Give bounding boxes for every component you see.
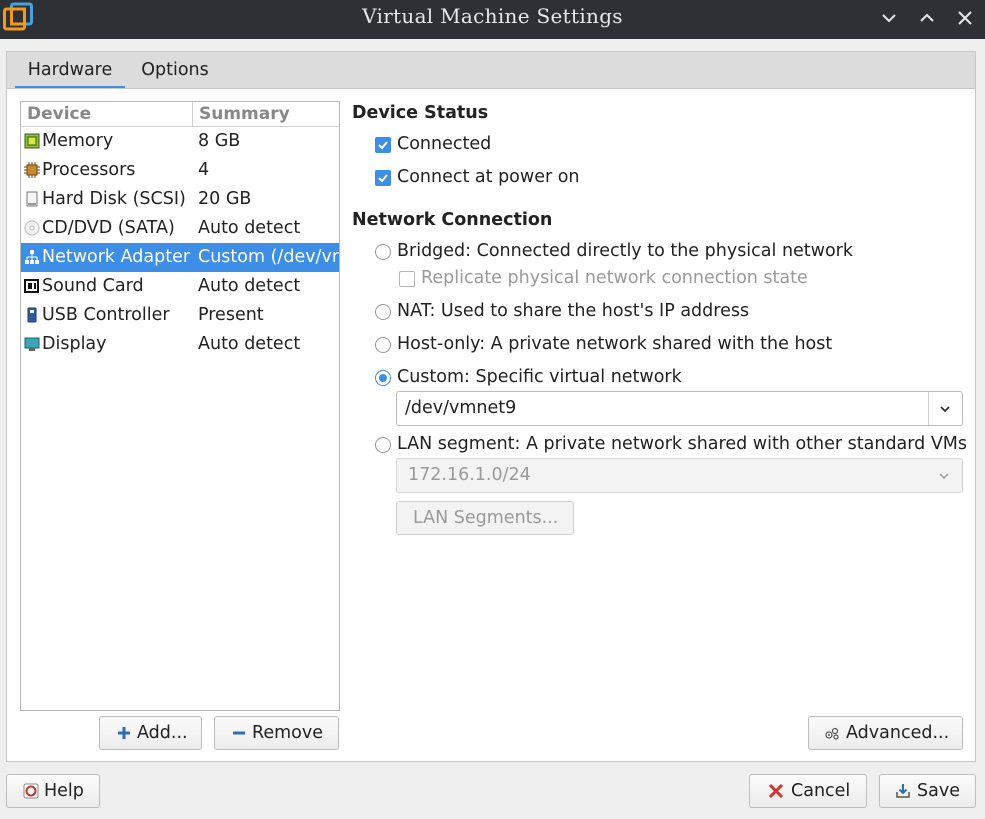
device-name: USB Controller (42, 305, 170, 325)
checkbox-unchecked-icon (399, 271, 415, 287)
device-name: CD/DVD (SATA) (42, 218, 175, 238)
custom-network-value: /dev/vmnet9 (405, 398, 517, 418)
advanced-label: Advanced... (846, 723, 950, 743)
cancel-x-icon (768, 783, 784, 799)
device-summary: Auto detect (198, 334, 301, 354)
lan-segment-label: LAN segment: A private network shared wi… (397, 434, 968, 454)
device-row-display[interactable]: Display Auto detect (21, 330, 339, 359)
advanced-settings-icon (824, 725, 840, 741)
host-only-label: Host-only: A private network shared with… (397, 334, 833, 354)
device-summary: 4 (198, 160, 210, 180)
device-list[interactable]: Device Summary Memory 8 GB Processors 4 … (20, 101, 340, 711)
checkbox-checked-icon (375, 170, 391, 186)
device-row-network-adapter[interactable]: Network Adapter Custom (/dev/vmnet9) (21, 243, 339, 272)
bridged-label: Bridged: Connected directly to the physi… (397, 241, 854, 261)
column-separator[interactable] (192, 102, 193, 127)
sound-card-icon (24, 278, 40, 294)
minus-icon (231, 725, 247, 741)
nat-label: NAT: Used to share the host's IP address (397, 301, 750, 321)
checkbox-checked-icon (375, 137, 391, 153)
title-bar: Virtual Machine Settings (0, 0, 985, 39)
column-device[interactable]: Device (27, 104, 91, 124)
chevron-down-icon[interactable] (928, 392, 962, 425)
device-row-usb-controller[interactable]: USB Controller Present (21, 301, 339, 330)
device-summary: Auto detect (198, 276, 301, 296)
device-row-hard-disk[interactable]: Hard Disk (SCSI) 20 GB (21, 185, 339, 214)
processor-icon (24, 162, 40, 178)
save-button[interactable]: Save (879, 774, 976, 808)
tab-options[interactable]: Options (135, 52, 215, 89)
remove-device-button[interactable]: Remove (214, 716, 339, 750)
chevron-down-icon (882, 14, 896, 23)
device-name: Network Adapter (42, 247, 191, 267)
network-connection-title: Network Connection (352, 210, 553, 230)
device-summary: Custom (/dev/vmnet9) (198, 247, 339, 267)
custom-label: Custom: Specific virtual network (397, 367, 682, 387)
lan-segment-value: 172.16.1.0/24 (408, 465, 531, 485)
device-name: Hard Disk (SCSI) (42, 189, 186, 209)
lan-segment-select[interactable]: 172.16.1.0/24 (396, 458, 963, 493)
hardware-panel: Device Summary Memory 8 GB Processors 4 … (6, 88, 976, 762)
device-list-header: Device Summary (21, 102, 339, 127)
cancel-button[interactable]: Cancel (749, 774, 867, 808)
lan-segments-button[interactable]: LAN Segments... (396, 501, 574, 535)
cancel-label: Cancel (791, 781, 851, 801)
replicate-state-label: Replicate physical network connection st… (421, 268, 808, 288)
custom-network-select[interactable]: /dev/vmnet9 (396, 391, 963, 426)
device-row-processors[interactable]: Processors 4 (21, 156, 339, 185)
plus-icon (116, 725, 132, 741)
device-name: Sound Card (42, 276, 144, 296)
radio-off-icon (375, 337, 391, 353)
tab-bar: Hardware Options (6, 51, 976, 89)
usb-icon (24, 307, 40, 323)
help-label: Help (44, 781, 84, 801)
advanced-button[interactable]: Advanced... (808, 716, 963, 750)
save-label: Save (917, 781, 960, 801)
hard-disk-icon (24, 191, 40, 207)
device-summary: 20 GB (198, 189, 252, 209)
add-device-button[interactable]: Add... (99, 716, 202, 750)
close-button[interactable] (955, 8, 979, 28)
tab-hardware[interactable]: Hardware (15, 52, 125, 89)
device-row-sound-card[interactable]: Sound Card Auto detect (21, 272, 339, 301)
add-device-label: Add... (137, 723, 188, 743)
column-summary[interactable]: Summary (199, 104, 290, 124)
close-icon (958, 11, 972, 25)
chevron-up-icon (920, 13, 934, 22)
connect-at-power-on-label: Connect at power on (397, 167, 580, 187)
help-icon (23, 783, 39, 799)
remove-device-label: Remove (252, 723, 324, 743)
minimize-button[interactable] (879, 8, 903, 28)
device-name: Processors (42, 160, 136, 180)
device-name: Display (42, 334, 107, 354)
radio-off-icon (375, 437, 391, 453)
device-row-memory[interactable]: Memory 8 GB (21, 127, 339, 156)
radio-off-icon (375, 244, 391, 260)
device-row-cd-dvd[interactable]: CD/DVD (SATA) Auto detect (21, 214, 339, 243)
device-summary: Auto detect (198, 218, 301, 238)
radio-off-icon (375, 304, 391, 320)
lan-segments-label: LAN Segments... (413, 508, 559, 528)
device-summary: 8 GB (198, 131, 241, 151)
save-icon (895, 783, 911, 799)
memory-icon (24, 133, 40, 149)
window-title: Virtual Machine Settings (362, 4, 623, 28)
network-adapter-icon (24, 249, 40, 265)
chevron-down-icon (928, 459, 962, 492)
device-name: Memory (42, 131, 114, 151)
help-button[interactable]: Help (6, 774, 100, 808)
cd-dvd-icon (24, 220, 40, 236)
connected-label: Connected (397, 134, 492, 154)
device-summary: Present (198, 305, 264, 325)
radio-on-icon (375, 370, 391, 386)
display-icon (24, 336, 40, 352)
device-status-title: Device Status (352, 103, 489, 123)
maximize-button[interactable] (917, 8, 941, 28)
